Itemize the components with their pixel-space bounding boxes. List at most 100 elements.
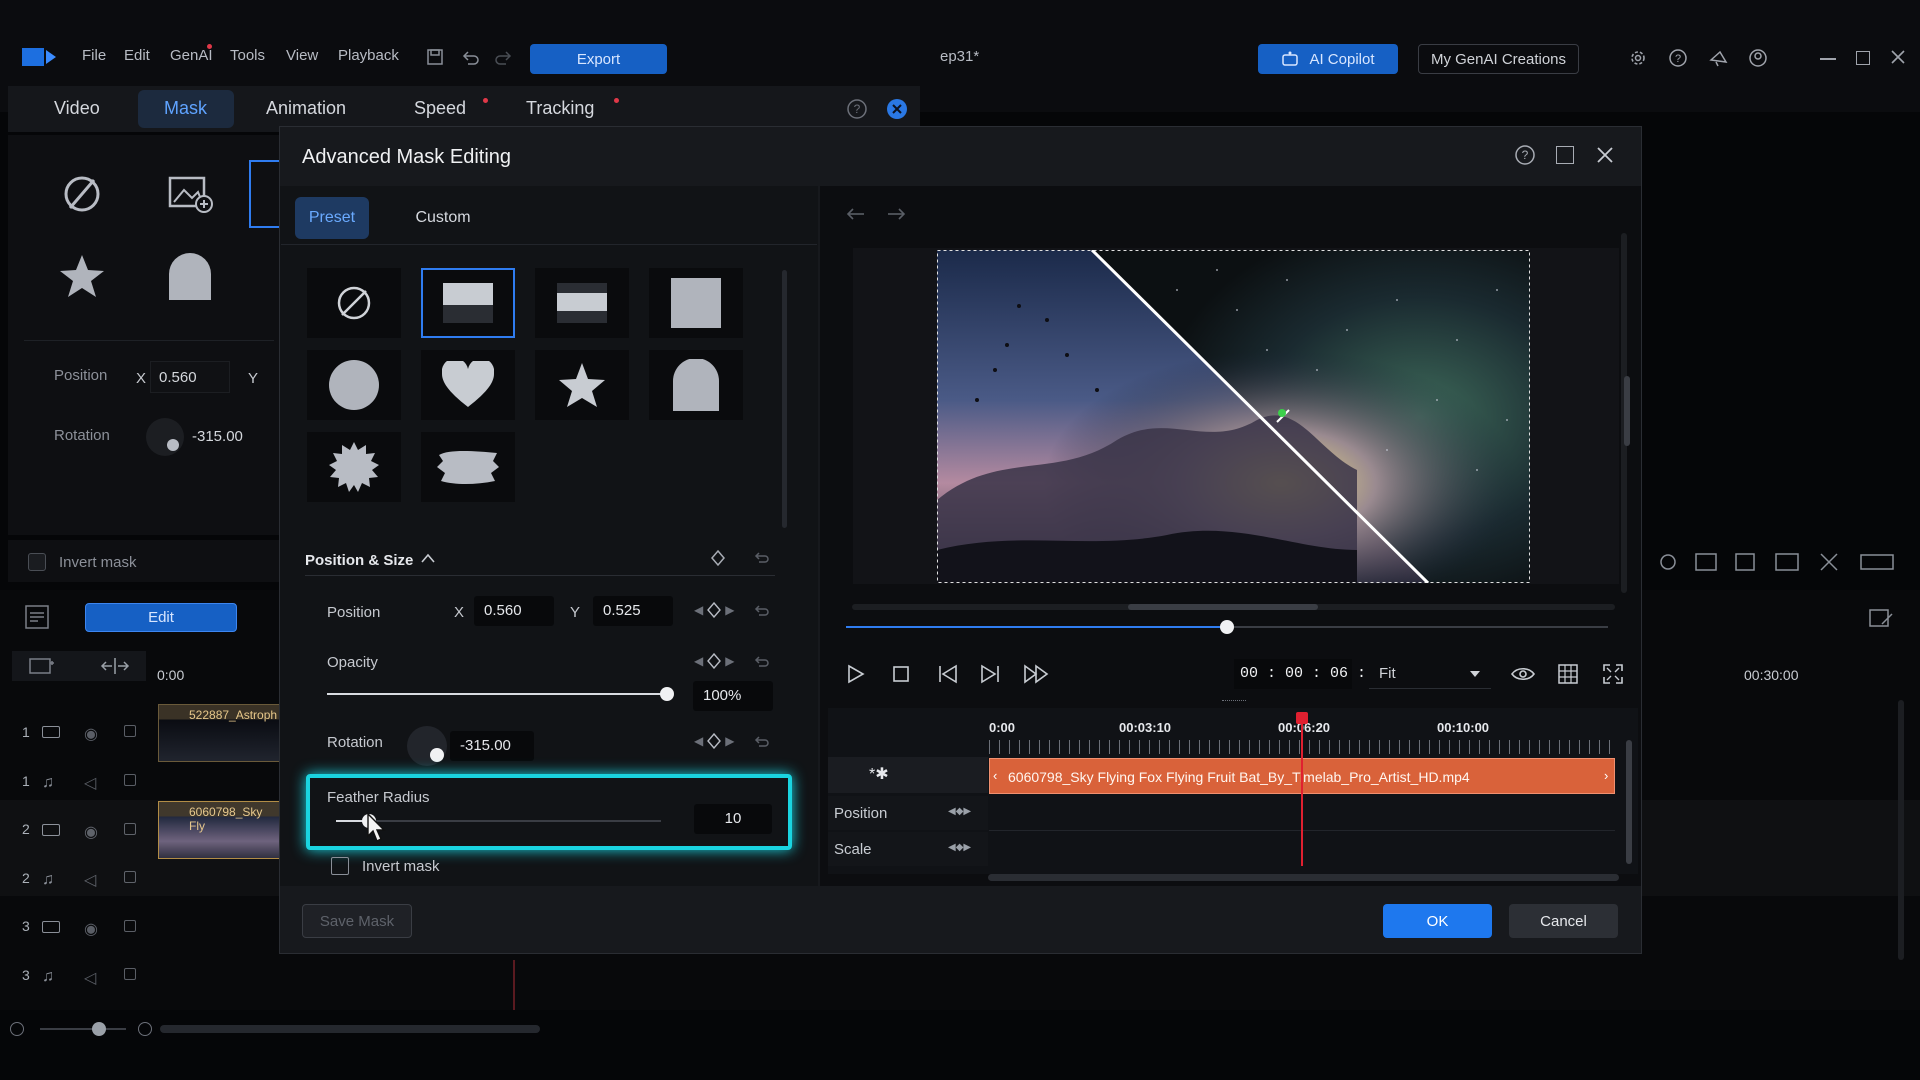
opacity-reset-icon[interactable] bbox=[752, 654, 770, 670]
menu-edit[interactable]: Edit bbox=[124, 47, 150, 64]
mask-arch-thumb[interactable] bbox=[649, 350, 743, 420]
dialog-help-icon[interactable]: ? bbox=[1514, 144, 1536, 166]
speaker-icon[interactable]: ◁ bbox=[84, 968, 96, 988]
play-icon[interactable] bbox=[840, 659, 870, 689]
menu-tools[interactable]: Tools bbox=[230, 47, 265, 64]
tab-speed[interactable]: Speed bbox=[414, 98, 466, 119]
eye-icon[interactable]: ◉ bbox=[84, 919, 98, 939]
menu-playback[interactable]: Playback bbox=[338, 47, 399, 64]
timeline-settings-icon[interactable] bbox=[24, 604, 50, 630]
fullscreen-icon[interactable] bbox=[1598, 659, 1628, 689]
zoom-out-icon[interactable] bbox=[10, 1022, 24, 1036]
prev-keyframe-icon[interactable]: ◀ bbox=[694, 734, 703, 748]
mask-brush-thumb[interactable] bbox=[421, 432, 515, 502]
tab-video[interactable]: Video bbox=[54, 98, 100, 119]
next-keyframe-icon[interactable]: ▶ bbox=[725, 734, 734, 748]
lock-icon[interactable] bbox=[124, 774, 136, 786]
rotation-dial-knob[interactable] bbox=[430, 748, 444, 762]
mask-none-thumb[interactable] bbox=[307, 268, 401, 338]
preview-undo-icon[interactable] bbox=[844, 206, 870, 224]
prev-keyframe-icon[interactable]: ◀ bbox=[694, 654, 703, 668]
settings-gear-icon[interactable] bbox=[1628, 48, 1648, 68]
kf-playhead-line[interactable] bbox=[1301, 716, 1303, 866]
preview-vertical-scroll-thumb[interactable] bbox=[1624, 376, 1630, 446]
zoom-slider-track[interactable] bbox=[40, 1028, 126, 1030]
panel-resize-handle[interactable] bbox=[1222, 700, 1246, 703]
zoom-slider-knob[interactable] bbox=[92, 1022, 106, 1036]
fast-forward-icon[interactable] bbox=[1022, 659, 1052, 689]
mask-burst-thumb[interactable] bbox=[307, 432, 401, 502]
speaker-icon[interactable]: ◁ bbox=[84, 773, 96, 793]
save-icon[interactable] bbox=[426, 48, 444, 66]
feather-radius-input[interactable]: 10 bbox=[694, 804, 772, 834]
mask-star-thumb[interactable] bbox=[535, 350, 629, 420]
lock-icon[interactable] bbox=[124, 920, 136, 932]
next-keyframe-icon[interactable]: ▶ bbox=[725, 654, 734, 668]
kf-row-scale-keyframe-controls[interactable]: ◀◆▶ bbox=[948, 842, 971, 853]
position-keyframe-controls[interactable]: ◀ ▶ bbox=[694, 602, 734, 618]
save-mask-button[interactable]: Save Mask bbox=[302, 904, 412, 938]
menu-view[interactable]: View bbox=[286, 47, 318, 64]
bg-invert-mask-checkbox[interactable] bbox=[28, 553, 46, 571]
mask-rectangle-thumb[interactable] bbox=[649, 268, 743, 338]
rotation-reset-icon[interactable] bbox=[752, 734, 770, 750]
rotation-input[interactable]: -315.00 bbox=[450, 731, 534, 761]
next-keyframe-icon[interactable]: ▶ bbox=[725, 603, 734, 617]
menu-genai[interactable]: GenAI bbox=[170, 47, 213, 64]
dialog-maximize-icon[interactable] bbox=[1556, 146, 1574, 164]
clip-right-trim-icon[interactable]: › bbox=[1604, 768, 1608, 783]
tab-preset[interactable]: Preset bbox=[295, 197, 369, 239]
help-icon[interactable]: ? bbox=[1668, 48, 1688, 68]
export-button[interactable]: Export bbox=[530, 44, 667, 74]
position-x-input[interactable]: 0.560 bbox=[474, 596, 554, 626]
mask-circle-thumb[interactable] bbox=[307, 350, 401, 420]
timeline-edit-icon[interactable] bbox=[1868, 608, 1894, 630]
prev-keyframe-icon[interactable]: ◀ bbox=[694, 603, 703, 617]
minimize-icon[interactable] bbox=[1820, 58, 1836, 60]
tab-tracking[interactable]: Tracking bbox=[526, 98, 594, 119]
grid-icon[interactable] bbox=[1553, 659, 1583, 689]
timeline-horizontal-scrollbar[interactable] bbox=[160, 1025, 540, 1033]
section-keyframe-diamond-icon[interactable] bbox=[710, 549, 726, 567]
timeline-tools-icons[interactable] bbox=[1656, 550, 1920, 574]
ai-copilot-button[interactable]: AI Copilot bbox=[1258, 44, 1398, 74]
position-reset-icon[interactable] bbox=[752, 603, 770, 619]
lock-icon[interactable] bbox=[124, 725, 136, 737]
presets-scrollbar[interactable] bbox=[782, 270, 787, 528]
clip-left-trim-icon[interactable]: ‹ bbox=[993, 768, 997, 783]
eye-icon[interactable]: ◉ bbox=[84, 724, 98, 744]
menu-file[interactable]: File bbox=[82, 47, 106, 64]
cancel-button[interactable]: Cancel bbox=[1509, 904, 1618, 938]
timeline-vertical-scrollbar[interactable] bbox=[1898, 700, 1904, 960]
no-mask-thumb[interactable] bbox=[46, 158, 118, 230]
bg-x-input[interactable]: 0.560 bbox=[150, 361, 230, 393]
dialog-close-icon[interactable] bbox=[1596, 146, 1614, 164]
account-icon[interactable] bbox=[1748, 48, 1768, 68]
zoom-in-icon[interactable] bbox=[138, 1022, 152, 1036]
eye-preview-icon[interactable] bbox=[1508, 659, 1538, 689]
ok-button[interactable]: OK bbox=[1383, 904, 1492, 938]
fit-timeline-icon[interactable] bbox=[100, 656, 130, 676]
kf-horizontal-scrollbar[interactable] bbox=[988, 874, 1619, 881]
tab-custom[interactable]: Custom bbox=[400, 197, 486, 239]
arch-mask-thumb[interactable] bbox=[154, 240, 226, 312]
add-track-icon[interactable] bbox=[28, 655, 56, 677]
opacity-input[interactable]: 100% bbox=[693, 681, 773, 711]
star-mask-thumb[interactable] bbox=[46, 240, 118, 312]
opacity-slider-track[interactable] bbox=[327, 693, 667, 695]
designer-help-icon[interactable]: ? bbox=[846, 98, 868, 120]
invert-mask-checkbox[interactable] bbox=[331, 857, 349, 875]
redo-icon[interactable] bbox=[494, 48, 514, 66]
opacity-keyframe-controls[interactable]: ◀ ▶ bbox=[694, 653, 734, 669]
image-mask-thumb[interactable] bbox=[154, 158, 226, 230]
preview-horizontal-scroll-thumb[interactable] bbox=[1128, 604, 1318, 610]
previous-frame-icon[interactable] bbox=[932, 659, 962, 689]
restore-icon[interactable] bbox=[1856, 51, 1870, 65]
opacity-slider-knob[interactable] bbox=[660, 687, 674, 701]
stop-icon[interactable] bbox=[886, 659, 916, 689]
zoom-select[interactable]: Fit bbox=[1369, 659, 1491, 689]
video-preview-image[interactable] bbox=[937, 250, 1530, 583]
tab-animation[interactable]: Animation bbox=[266, 98, 346, 119]
playback-slider-knob[interactable] bbox=[1220, 620, 1234, 634]
kf-playhead-handle[interactable] bbox=[1296, 712, 1308, 724]
